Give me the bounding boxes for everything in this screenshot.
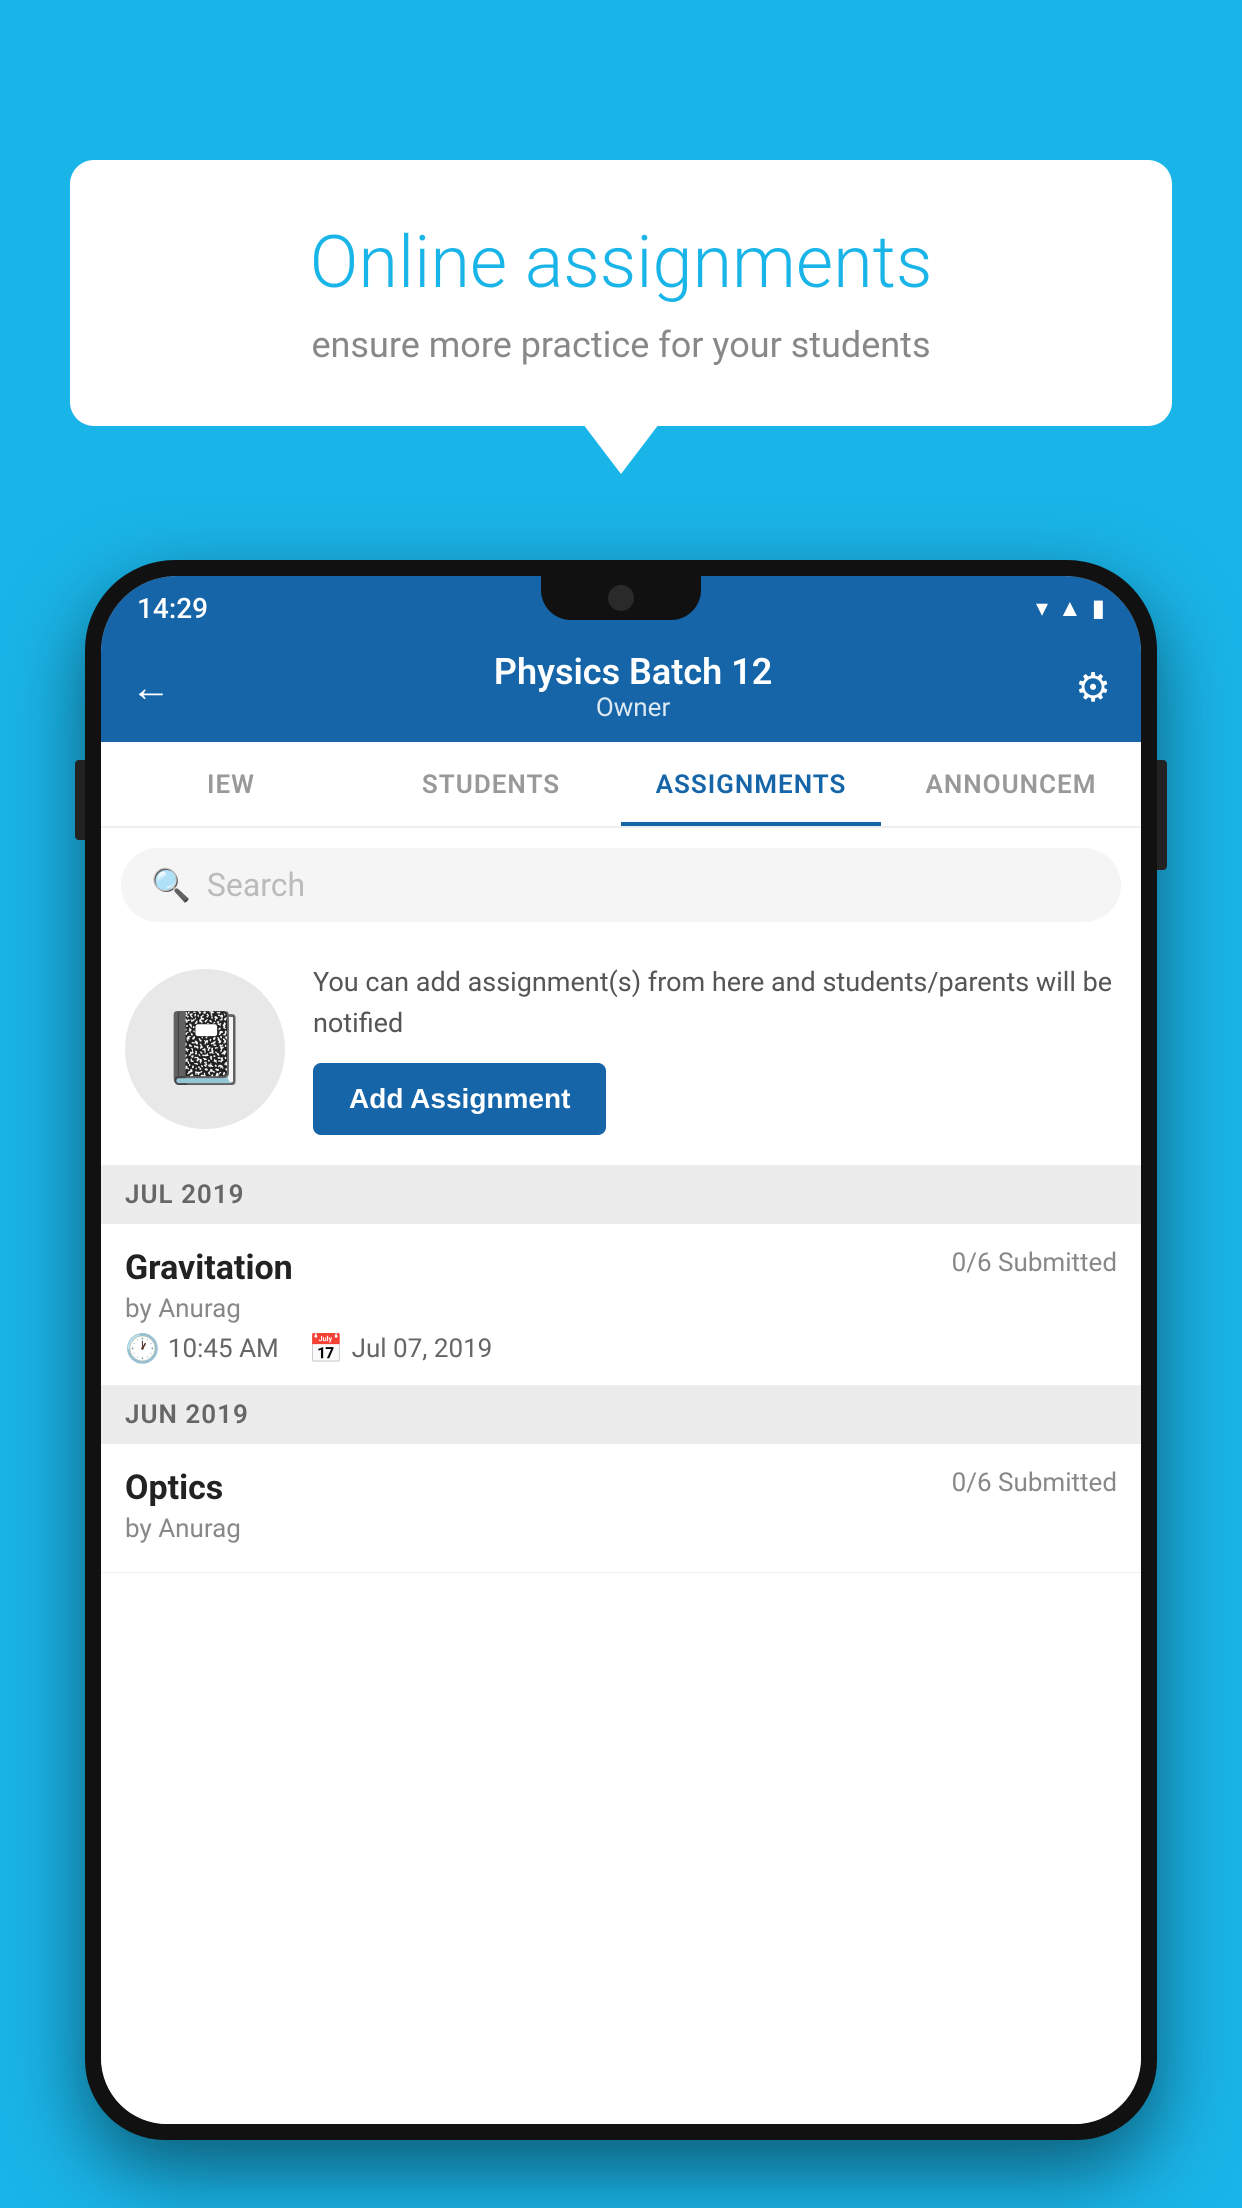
assignment-row-optics: Optics 0/6 Submitted: [125, 1468, 1117, 1508]
status-time: 14:29: [137, 592, 208, 625]
meta-date: 📅 Jul 07, 2019: [309, 1332, 493, 1365]
notebook-icon: 📓: [161, 1008, 248, 1090]
search-placeholder: Search: [207, 866, 305, 904]
assignment-item-gravitation[interactable]: Gravitation 0/6 Submitted by Anurag 🕐 10…: [101, 1224, 1141, 1386]
speech-bubble-area: Online assignments ensure more practice …: [70, 160, 1172, 426]
phone-side-button-right: [1157, 760, 1167, 870]
tab-announcements[interactable]: ANNOUNCEM: [881, 742, 1141, 826]
tab-assignments[interactable]: ASSIGNMENTS: [621, 742, 881, 826]
assignment-submitted-optics: 0/6 Submitted: [952, 1468, 1117, 1498]
assignment-time: 10:45 AM: [168, 1334, 279, 1364]
assignment-submitted: 0/6 Submitted: [952, 1248, 1117, 1278]
assignment-meta: 🕐 10:45 AM 📅 Jul 07, 2019: [125, 1332, 1117, 1365]
status-icons: ▾ ▲ ▮: [1036, 594, 1105, 623]
search-icon: 🔍: [151, 866, 191, 904]
promo-text-area: You can add assignment(s) from here and …: [313, 962, 1117, 1135]
battery-icon: ▮: [1092, 594, 1105, 622]
phone-side-button-left: [75, 760, 85, 840]
section-header-jul2019: JUL 2019: [101, 1166, 1141, 1224]
phone-screen: 14:29 ▾ ▲ ▮ ← Physics Batch 12 Owner ⚙ I…: [101, 576, 1141, 2124]
calendar-icon: 📅: [309, 1332, 344, 1365]
back-button[interactable]: ←: [131, 664, 171, 711]
assignment-row: Gravitation 0/6 Submitted: [125, 1248, 1117, 1288]
speech-bubble-subtitle: ensure more practice for your students: [140, 324, 1102, 366]
app-bar-title: Physics Batch 12: [191, 651, 1075, 693]
assignment-item-optics[interactable]: Optics 0/6 Submitted by Anurag: [101, 1444, 1141, 1573]
content-area: 🔍 Search 📓 You can add assignment(s) fro…: [101, 828, 1141, 2124]
promo-card: 📓 You can add assignment(s) from here an…: [101, 932, 1141, 1166]
app-bar: ← Physics Batch 12 Owner ⚙: [101, 632, 1141, 742]
tabs: IEW STUDENTS ASSIGNMENTS ANNOUNCEM: [101, 742, 1141, 828]
add-assignment-button[interactable]: Add Assignment: [313, 1063, 606, 1135]
search-bar[interactable]: 🔍 Search: [121, 848, 1121, 922]
speech-bubble-title: Online assignments: [140, 220, 1102, 306]
assignment-author: by Anurag: [125, 1294, 1117, 1324]
assignment-title: Gravitation: [125, 1248, 293, 1288]
signal-icon: ▲: [1058, 594, 1082, 623]
app-bar-title-area: Physics Batch 12 Owner: [191, 651, 1075, 723]
assignment-author-optics: by Anurag: [125, 1514, 1117, 1544]
assignment-title-optics: Optics: [125, 1468, 223, 1508]
tab-students[interactable]: STUDENTS: [361, 742, 621, 826]
phone: 14:29 ▾ ▲ ▮ ← Physics Batch 12 Owner ⚙ I…: [85, 560, 1157, 2208]
promo-icon-circle: 📓: [125, 969, 285, 1129]
assignment-date: Jul 07, 2019: [352, 1334, 493, 1364]
phone-notch: [541, 576, 701, 620]
app-bar-subtitle: Owner: [191, 693, 1075, 723]
speech-bubble: Online assignments ensure more practice …: [70, 160, 1172, 426]
promo-description: You can add assignment(s) from here and …: [313, 962, 1117, 1043]
meta-time: 🕐 10:45 AM: [125, 1332, 279, 1365]
clock-icon: 🕐: [125, 1332, 160, 1365]
section-header-jun2019: JUN 2019: [101, 1386, 1141, 1444]
settings-button[interactable]: ⚙: [1075, 664, 1111, 711]
tab-iew[interactable]: IEW: [101, 742, 361, 826]
wifi-icon: ▾: [1036, 594, 1048, 622]
phone-camera: [608, 585, 634, 611]
phone-outer: 14:29 ▾ ▲ ▮ ← Physics Batch 12 Owner ⚙ I…: [85, 560, 1157, 2140]
